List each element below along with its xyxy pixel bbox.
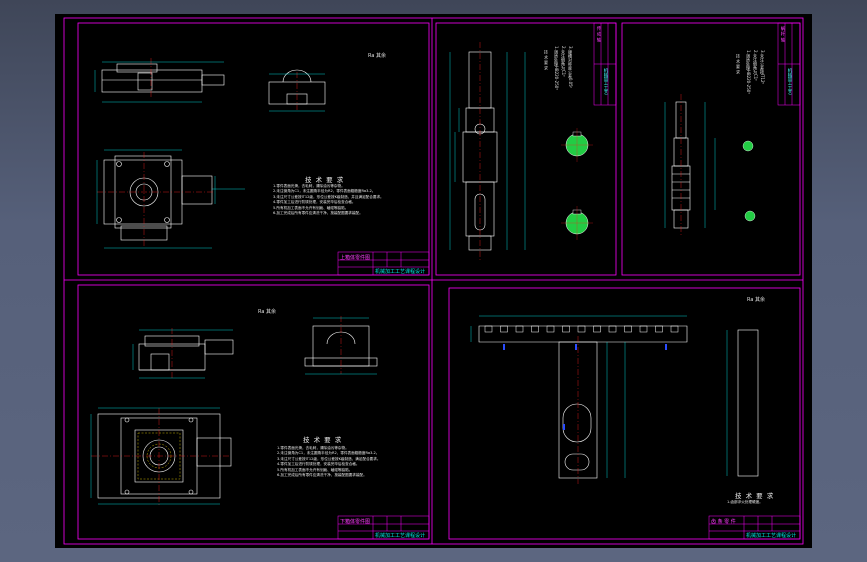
tech-note: 3.未注公差按IT12。 xyxy=(760,50,765,87)
title-block-school-bottom-right: 机械加工工艺课程设计 xyxy=(746,533,797,539)
rack-tooth xyxy=(639,325,648,333)
title-block-school-top-middle: 机械加工工艺 xyxy=(603,68,608,95)
rack-tooth xyxy=(593,325,601,333)
worm-sections xyxy=(742,140,756,222)
roughness-symbol-bottom-right: Ra 其余 xyxy=(747,297,766,303)
title-block-name-top-left: 上箱体零件图 xyxy=(340,255,371,261)
title-block-name-top-middle: 传 动 轴 xyxy=(596,26,601,42)
rack-tooth xyxy=(624,325,632,333)
outer-border xyxy=(63,17,804,545)
title-block-school-top-left: 机械加工工艺课程设计 xyxy=(375,269,426,275)
title-block-name-bottom-right: 齿 条 零 件 xyxy=(711,519,736,525)
shaft-sections xyxy=(561,128,593,240)
tech-note: 2.未注倒角为C1。 xyxy=(753,50,758,84)
rack-tooth xyxy=(500,325,508,333)
title-block-school-bottom-left: 机械加工工艺课程设计 xyxy=(375,533,426,539)
rack-tooth xyxy=(515,325,524,333)
cad-viewport[interactable]: Ra 其余 技 术 要 求 1.零件表面光滑，去毛刺，清除油污等杂物。 2.未注… xyxy=(55,14,812,548)
tech-note: 1.调质处理HB220-250。 xyxy=(554,46,559,93)
rack-tooth xyxy=(531,325,539,333)
tech-note: 2.未注倒角为C1。 xyxy=(561,46,566,80)
tech-note: 6.加工完成后所有零件应清洗干净，按装配图要求装配。 xyxy=(277,473,367,478)
rack-markers xyxy=(503,344,667,430)
tech-requirements-notes-top-left: 1.零件表面光滑，去毛刺，清除油污等杂物。 2.未注倒角为C1，未注圆角半径为R… xyxy=(273,184,384,216)
rack-teeth xyxy=(484,325,679,333)
rack-tooth xyxy=(546,325,555,333)
title-block-name-top-right: 蜗 杆 轴 xyxy=(780,26,785,42)
roughness-symbol-top-left: Ra 其余 xyxy=(368,53,387,59)
cad-drawing-canvas[interactable] xyxy=(55,14,812,548)
tech-note: 1.齿部淬火处理硬度。 xyxy=(727,500,763,504)
title-block-school-top-right: 机械加工工艺 xyxy=(787,68,792,95)
tech-note: 1.调质处理HB220-250。 xyxy=(746,50,751,97)
tech-requirements-title-top-middle: 技 术 要 求 xyxy=(544,50,549,70)
tech-note: 3.键槽对称度公差0.05。 xyxy=(568,46,573,91)
tech-requirements-title-top-right: 技 术 要 求 xyxy=(736,54,741,74)
tech-note: 6.加工完成后所有零件应清洗干净，按装配图要求装配。 xyxy=(273,211,363,216)
rack-tooth xyxy=(562,325,570,333)
roughness-symbol-bottom-left: Ra 其余 xyxy=(258,309,277,315)
sheet-frame-bottom-left xyxy=(77,284,430,540)
rack-tooth xyxy=(655,325,663,333)
tech-requirements-notes-bottom-left: 1.零件表面光滑，去毛刺，清除油污等杂物。 2.未注倒角为C1，未注圆角半径为R… xyxy=(277,446,380,478)
tech-requirements-title-bottom-left: 技 术 要 求 xyxy=(303,436,343,444)
sheet-frame-top-left xyxy=(77,22,430,276)
tech-requirements-title-top-left: 技 术 要 求 xyxy=(305,176,345,184)
rack-tooth xyxy=(577,325,586,333)
sheet-frame-top-right xyxy=(621,22,801,276)
title-block-name-bottom-left: 下箱体零件图 xyxy=(340,519,371,525)
tech-requirements-title-bottom-right: 技 术 要 求 xyxy=(735,492,775,500)
rack-tooth xyxy=(608,325,617,333)
rack-tooth xyxy=(484,325,493,333)
rack-tooth xyxy=(670,325,679,333)
rack-view xyxy=(478,325,759,479)
